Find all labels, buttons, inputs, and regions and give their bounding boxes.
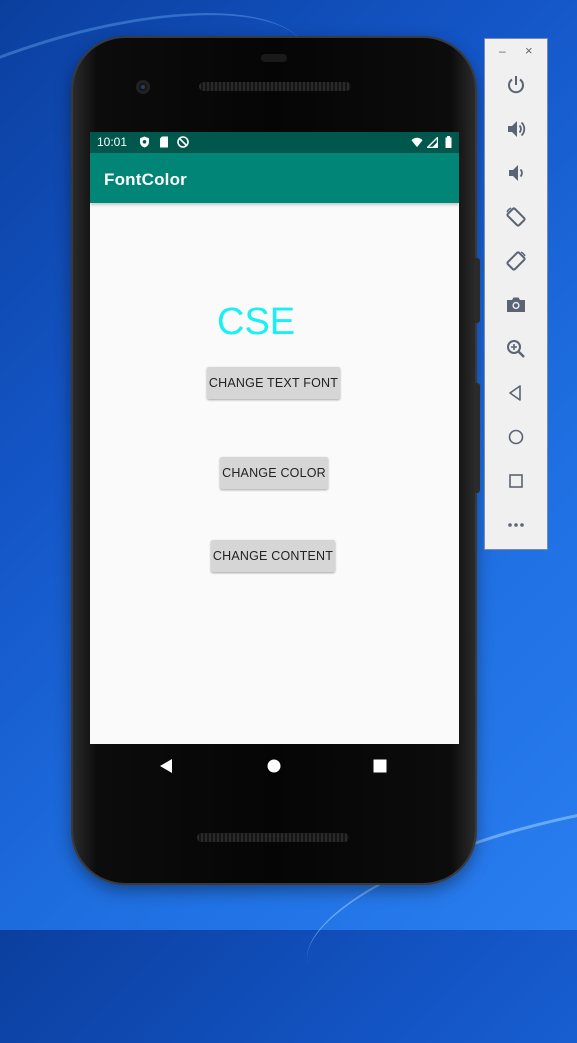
app-title: FontColor <box>104 170 187 189</box>
earpiece-speaker <box>199 82 351 91</box>
overview-icon[interactable] <box>501 466 531 496</box>
home-icon[interactable] <box>501 422 531 452</box>
home-icon[interactable] <box>264 756 284 776</box>
display-text: CSE <box>217 301 296 343</box>
phone-screen: 10:01 FontColor CSE CHANGE TEXT FONT CHA… <box>90 132 459 744</box>
close-button[interactable]: × <box>525 43 533 58</box>
emulator-panel-header: – × <box>485 39 547 63</box>
rotate-left-icon[interactable] <box>501 202 531 232</box>
wifi-icon <box>411 135 423 149</box>
phone-frame: 10:01 FontColor CSE CHANGE TEXT FONT CHA… <box>73 38 480 883</box>
do-not-disturb-icon <box>177 135 189 149</box>
volume-up-icon[interactable] <box>501 114 531 144</box>
change-text-font-button[interactable]: CHANGE TEXT FONT <box>207 367 340 399</box>
minimize-button[interactable]: – <box>499 44 506 58</box>
signal-icon <box>426 135 438 149</box>
change-content-button[interactable]: CHANGE CONTENT <box>211 540 335 572</box>
back-icon[interactable] <box>501 378 531 408</box>
status-time: 10:01 <box>97 135 128 149</box>
shield-icon <box>138 135 150 149</box>
recents-icon[interactable] <box>370 756 390 776</box>
camera-icon[interactable] <box>501 290 531 320</box>
volume-down-icon[interactable] <box>501 158 531 188</box>
power-hardware-button[interactable] <box>475 258 480 323</box>
change-color-button[interactable]: CHANGE COLOR <box>220 457 328 489</box>
emulator-control-panel: – × <box>484 38 548 550</box>
sd-card-icon <box>158 135 170 149</box>
app-content: CSE CHANGE TEXT FONT CHANGE COLOR CHANGE… <box>90 203 459 744</box>
sensor-notch <box>261 54 287 62</box>
back-icon[interactable] <box>156 756 176 776</box>
rotate-right-icon[interactable] <box>501 246 531 276</box>
front-camera-icon <box>136 80 150 94</box>
volume-hardware-button[interactable] <box>475 383 480 493</box>
battery-icon <box>442 135 454 149</box>
power-icon[interactable] <box>501 70 531 100</box>
app-toolbar: FontColor <box>90 153 459 203</box>
zoom-icon[interactable] <box>501 334 531 364</box>
bottom-speaker <box>197 833 349 842</box>
status-bar: 10:01 <box>90 132 459 153</box>
more-icon[interactable] <box>501 510 531 540</box>
system-nav-bar <box>90 744 459 788</box>
